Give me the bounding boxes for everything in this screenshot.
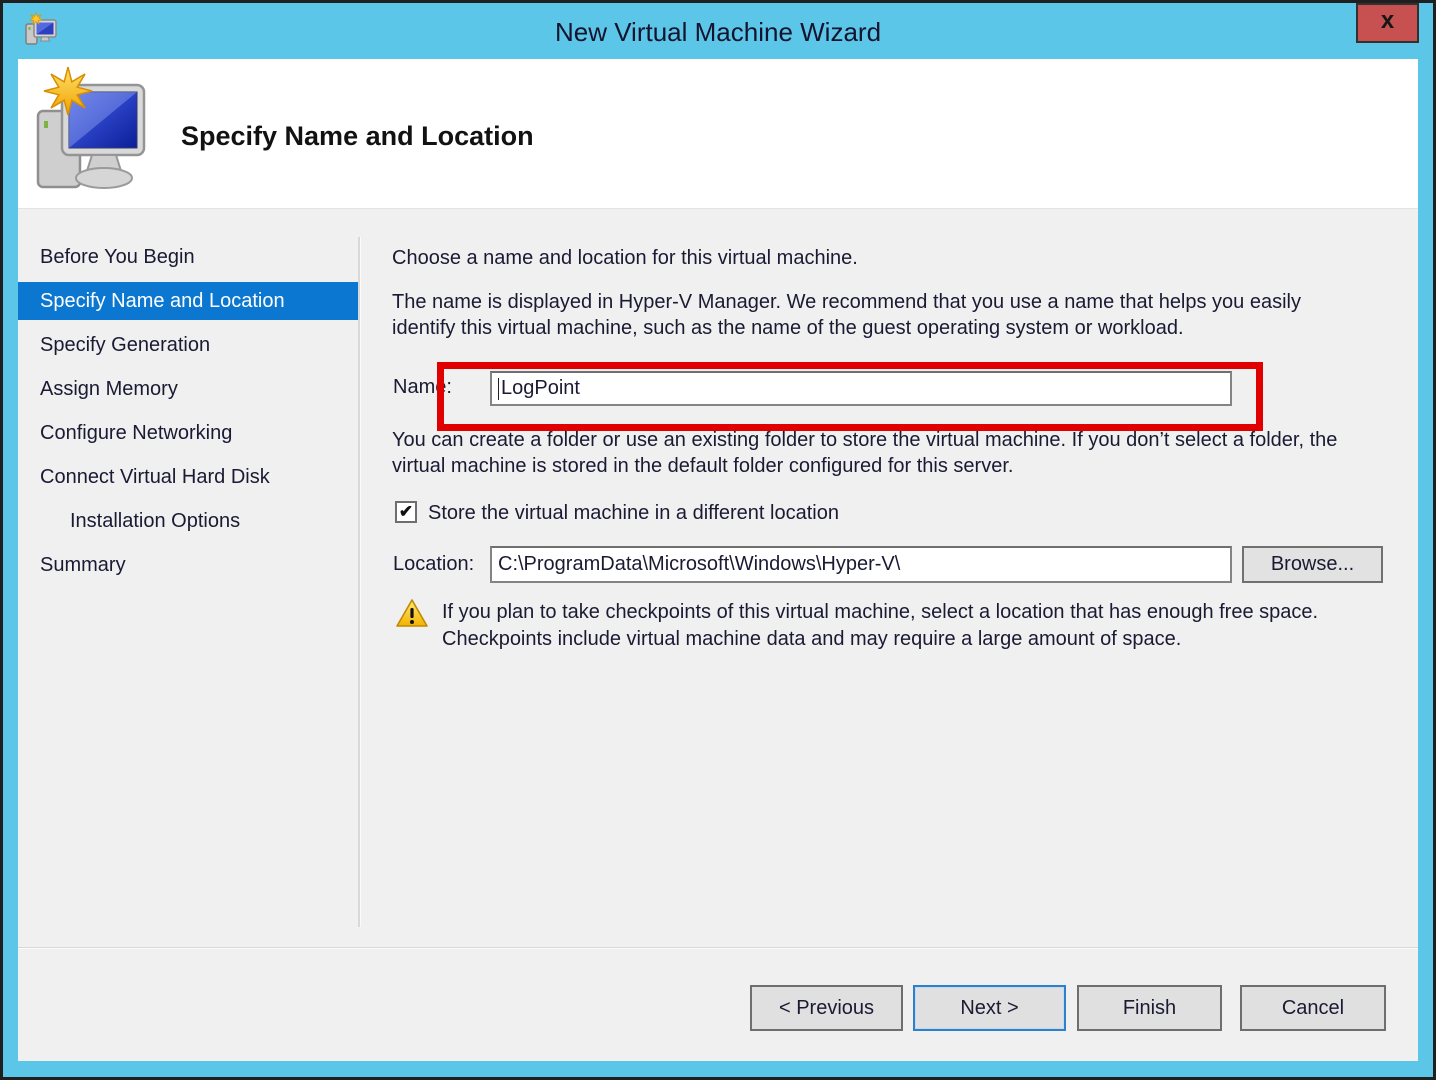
step-installation-options[interactable]: Installation Options — [18, 499, 358, 543]
step-configure-networking[interactable]: Configure Networking — [18, 411, 358, 455]
new-vm-wizard-window: New Virtual Machine Wizard x — [0, 0, 1436, 1080]
location-input[interactable]: C:\ProgramData\Microsoft\Windows\Hyper-V… — [490, 546, 1232, 583]
checkmark-icon: ✔ — [399, 503, 413, 520]
window-frame: New Virtual Machine Wizard x — [3, 3, 1433, 1077]
step-before-you-begin[interactable]: Before You Begin — [18, 235, 358, 279]
step-summary[interactable]: Summary — [18, 543, 358, 587]
wizard-body: Specify Name and Location Before You Beg… — [18, 59, 1418, 1061]
step-connect-virtual-hard-disk[interactable]: Connect Virtual Hard Disk — [18, 455, 358, 499]
browse-button[interactable]: Browse... — [1242, 546, 1383, 583]
wizard-steps: Before You Begin Specify Name and Locati… — [18, 235, 358, 587]
close-button[interactable]: x — [1356, 3, 1419, 43]
name-label: Name: — [393, 376, 452, 399]
footer-separator — [18, 947, 1418, 949]
page-title: Specify Name and Location — [181, 121, 534, 152]
finish-button[interactable]: Finish — [1077, 985, 1222, 1031]
location-label: Location: — [393, 553, 474, 576]
intro-text: Choose a name and location for this virt… — [392, 245, 1372, 271]
sidebar-divider — [358, 237, 361, 927]
window-title: New Virtual Machine Wizard — [3, 17, 1433, 48]
new-vm-icon — [32, 65, 150, 199]
close-icon: x — [1381, 9, 1394, 33]
name-help-text: The name is displayed in Hyper-V Manager… — [392, 289, 1367, 341]
name-input[interactable]: LogPoint — [490, 371, 1232, 406]
step-assign-memory[interactable]: Assign Memory — [18, 367, 358, 411]
store-different-location-label: Store the virtual machine in a different… — [428, 502, 839, 525]
text-caret — [498, 378, 499, 400]
folder-help-text: You can create a folder or use an existi… — [392, 427, 1367, 479]
location-input-value: C:\ProgramData\Microsoft\Windows\Hyper-V… — [498, 553, 900, 576]
next-button[interactable]: Next > — [913, 985, 1066, 1031]
name-input-value: LogPoint — [501, 377, 580, 400]
warning-icon — [395, 598, 429, 630]
store-different-location-checkbox[interactable]: ✔ — [395, 501, 417, 523]
cancel-button[interactable]: Cancel — [1240, 985, 1386, 1031]
step-specify-generation[interactable]: Specify Generation — [18, 323, 358, 367]
titlebar[interactable]: New Virtual Machine Wizard x — [3, 3, 1433, 56]
step-specify-name-and-location[interactable]: Specify Name and Location — [18, 282, 358, 320]
previous-button[interactable]: < Previous — [750, 985, 903, 1031]
checkpoint-warning-text: If you plan to take checkpoints of this … — [442, 599, 1332, 653]
wizard-banner: Specify Name and Location — [18, 59, 1418, 209]
